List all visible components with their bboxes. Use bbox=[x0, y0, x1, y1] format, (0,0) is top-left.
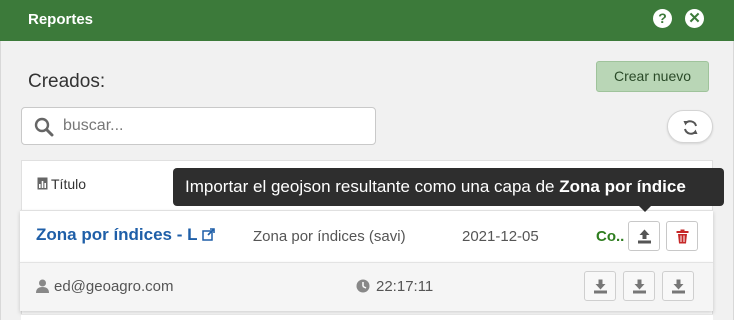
external-link-icon[interactable] bbox=[202, 228, 215, 241]
tooltip-arrow bbox=[639, 206, 651, 212]
tooltip-bold-text: Zona por índice bbox=[559, 177, 686, 196]
import-tooltip: Importar el geojson resultante como una … bbox=[173, 168, 724, 212]
close-icon[interactable]: ✕ bbox=[685, 9, 704, 28]
tooltip-text: Importar el geojson resultante como una … bbox=[185, 177, 560, 196]
app-header: Reportes ? ✕ bbox=[0, 0, 734, 41]
report-date: 2021-12-05 bbox=[462, 228, 539, 245]
report-file-icon bbox=[37, 177, 48, 190]
time-value: 22:17:11 bbox=[376, 278, 434, 295]
download-icon bbox=[594, 279, 607, 294]
next-row-edge bbox=[21, 314, 713, 320]
search-box bbox=[21, 107, 376, 145]
clock-icon bbox=[356, 279, 370, 293]
delete-report-button[interactable] bbox=[666, 221, 698, 251]
create-new-button[interactable]: Crear nuevo bbox=[596, 61, 709, 92]
help-icon[interactable]: ? bbox=[653, 9, 672, 28]
header-title: Reportes bbox=[28, 11, 94, 28]
report-row: Zona por índices - L Zona por índices (s… bbox=[20, 210, 713, 262]
upload-icon bbox=[638, 229, 651, 244]
refresh-button[interactable] bbox=[667, 110, 713, 143]
report-user: ed@geoagro.com bbox=[36, 278, 173, 295]
report-status: Co... bbox=[596, 228, 624, 245]
user-email: ed@geoagro.com bbox=[54, 278, 174, 295]
download-icon bbox=[672, 279, 685, 294]
section-title: Creados: bbox=[28, 71, 106, 92]
refresh-icon bbox=[683, 120, 698, 135]
report-name-link[interactable]: Zona por índices - L bbox=[36, 225, 198, 245]
column-header-title[interactable]: Título bbox=[37, 176, 86, 192]
report-time: 22:17:11 bbox=[356, 278, 433, 295]
search-input[interactable] bbox=[63, 114, 363, 138]
search-icon bbox=[34, 117, 54, 137]
download-button-3[interactable] bbox=[662, 271, 694, 301]
user-icon bbox=[36, 279, 49, 293]
download-button-2[interactable] bbox=[623, 271, 655, 301]
download-button-1[interactable] bbox=[584, 271, 616, 301]
download-icon bbox=[633, 279, 646, 294]
trash-icon bbox=[676, 229, 689, 244]
import-layer-button[interactable] bbox=[628, 221, 660, 251]
report-detail-row: ed@geoagro.com 22:17:11 bbox=[20, 262, 713, 311]
report-type: Zona por índices (savi) bbox=[253, 228, 406, 245]
column-title-label: Título bbox=[51, 176, 87, 192]
